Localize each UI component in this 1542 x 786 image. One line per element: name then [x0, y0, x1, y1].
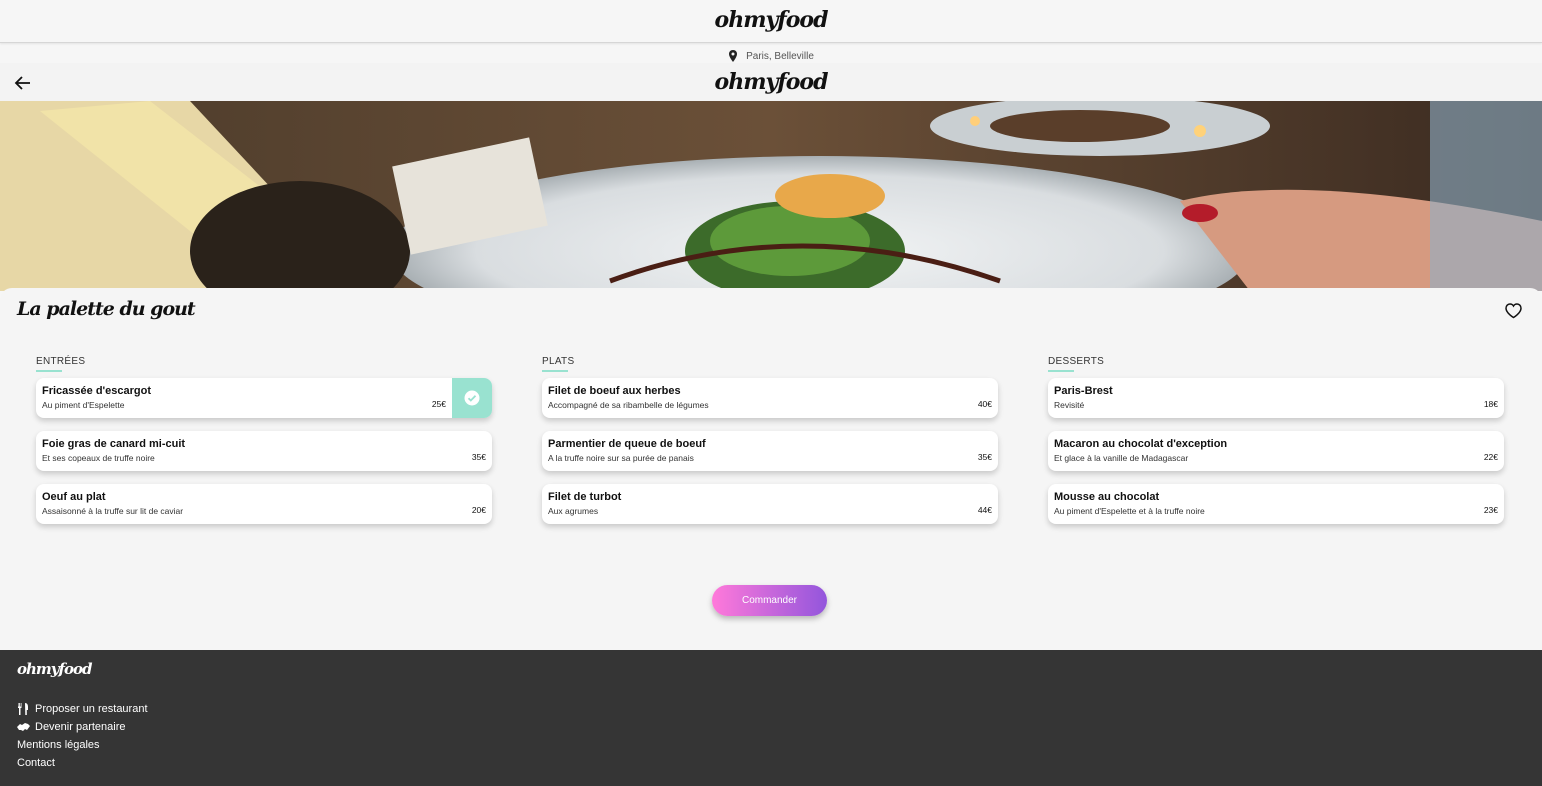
footer-link-label: Proposer un restaurant	[35, 703, 148, 715]
column-title: DESSERTS	[1048, 356, 1504, 372]
dish-name: Fricassée d'escargot	[42, 385, 152, 397]
dish-name: Foie gras de canard mi-cuit	[42, 438, 186, 450]
footer-link-label: Contact	[17, 757, 55, 769]
dish-price: 35€	[471, 452, 486, 462]
dish-name: Parmentier de queue de boeuf	[548, 438, 706, 450]
footer-link-legal[interactable]: Mentions légales	[17, 736, 148, 754]
dish-card[interactable]: Filet de boeuf aux herbes Accompagné de …	[542, 378, 998, 418]
dish-price: 25€	[431, 399, 446, 409]
column-entrees: ENTRÉES Fricassée d'escargot Au piment d…	[36, 356, 492, 524]
back-arrow-icon[interactable]	[14, 75, 32, 91]
dish-price: 44€	[977, 505, 992, 515]
dish-card[interactable]: Paris-Brest Revisité 18€	[1048, 378, 1504, 418]
dish-card[interactable]: Foie gras de canard mi-cuit Et ses copea…	[36, 431, 492, 471]
handshake-icon	[17, 723, 30, 731]
dish-price: 22€	[1483, 452, 1498, 462]
dish-description: Aux agrumes	[548, 506, 599, 516]
menu-header: ohmyfood	[0, 63, 1542, 101]
menu-logo[interactable]: ohmyfood	[715, 69, 829, 95]
footer-link-label: Devenir partenaire	[35, 721, 126, 733]
column-desserts: DESSERTS Paris-Brest Revisité 18€ Macaro…	[1048, 356, 1504, 524]
dish-name: Oeuf au plat	[42, 491, 106, 503]
column-title: PLATS	[542, 356, 998, 372]
footer-link-contact[interactable]: Contact	[17, 754, 148, 772]
footer: ohmyfood Proposer un restaurant Devenir …	[0, 650, 1542, 786]
location-bar: Paris, Belleville	[0, 50, 1542, 62]
dish-card[interactable]: Macaron au chocolat d'exception Et glace…	[1048, 431, 1504, 471]
dish-description: Et ses copeaux de truffe noire	[42, 453, 155, 463]
dish-name: Filet de boeuf aux herbes	[548, 385, 681, 397]
footer-link-become-partner[interactable]: Devenir partenaire	[17, 718, 148, 736]
footer-link-propose-restaurant[interactable]: Proposer un restaurant	[17, 700, 148, 718]
dish-description: Et glace à la vanille de Madagascar	[1054, 453, 1189, 463]
column-title: ENTRÉES	[36, 356, 492, 372]
footer-links: Proposer un restaurant Devenir partenair…	[17, 700, 148, 772]
dish-price: 40€	[977, 399, 992, 409]
dish-price: 35€	[977, 452, 992, 462]
dish-price: 18€	[1483, 399, 1498, 409]
dish-description: A la truffe noire sur sa purée de panais	[548, 453, 694, 463]
dish-description: Assaisonné à la truffe sur lit de caviar	[42, 506, 184, 516]
utensils-icon	[18, 703, 28, 715]
check-circle-icon	[464, 390, 480, 406]
dish-description: Au piment d'Espelette	[42, 400, 125, 410]
column-plats: PLATS Filet de boeuf aux herbes Accompag…	[542, 356, 998, 524]
dish-card[interactable]: Mousse au chocolat Au piment d'Espelette…	[1048, 484, 1504, 524]
dish-card[interactable]: Oeuf au plat Assaisonné à la truffe sur …	[36, 484, 492, 524]
dish-name: Paris-Brest	[1054, 385, 1113, 397]
dish-card[interactable]: Filet de turbot Aux agrumes 44€	[542, 484, 998, 524]
order-button[interactable]: Commander	[712, 585, 827, 616]
heart-icon[interactable]	[1505, 303, 1522, 319]
dish-name: Macaron au chocolat d'exception	[1054, 438, 1228, 450]
dish-price: 23€	[1483, 505, 1498, 515]
top-header: ohmyfood	[0, 0, 1542, 43]
menu-content: La palette du gout ENTRÉES Fricassée d'e…	[0, 288, 1542, 650]
footer-link-label: Mentions légales	[17, 739, 100, 751]
dish-price: 20€	[471, 505, 486, 515]
selected-check[interactable]	[452, 378, 492, 418]
dish-description: Accompagné de sa ribambelle de légumes	[548, 400, 709, 410]
dish-card[interactable]: Fricassée d'escargot Au piment d'Espelet…	[36, 378, 492, 418]
dish-description: Revisité	[1054, 400, 1085, 410]
restaurant-name: La palette du gout	[17, 298, 196, 320]
dish-name: Filet de turbot	[548, 491, 622, 503]
dish-card[interactable]: Parmentier de queue de boeuf A la truffe…	[542, 431, 998, 471]
location-text: Paris, Belleville	[746, 50, 814, 62]
site-logo[interactable]: ohmyfood	[715, 7, 829, 33]
hero-image	[0, 101, 1542, 291]
map-pin-icon	[729, 50, 738, 62]
dish-name: Mousse au chocolat	[1054, 491, 1160, 503]
footer-logo[interactable]: ohmyfood	[17, 660, 92, 678]
dish-description: Au piment d'Espelette et à la truffe noi…	[1054, 506, 1205, 516]
